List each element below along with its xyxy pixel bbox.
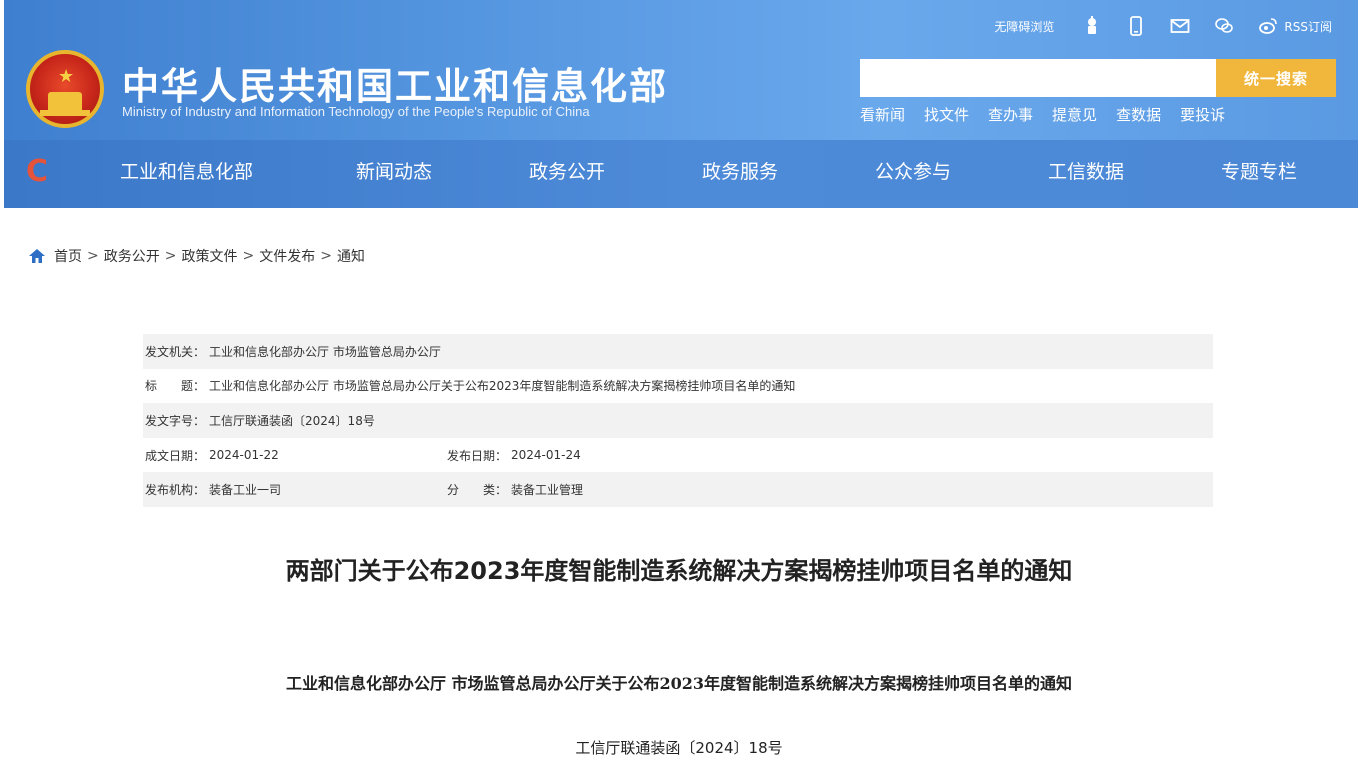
star-icon: ★ [58, 66, 75, 87]
site-title[interactable]: 中华人民共和国工业和信息化部 [122, 56, 668, 110]
quick-link-news[interactable]: 看新闻 [860, 104, 905, 125]
quick-link-files[interactable]: 找文件 [924, 104, 969, 125]
published-date-value: 2024-01-24 [511, 448, 581, 463]
national-emblem-logo[interactable]: ★ [26, 50, 104, 128]
home-icon[interactable] [28, 248, 46, 264]
main-nav: C 工业和信息化部 新闻动态 政务公开 政务服务 公众参与 工信数据 专题专栏 [4, 140, 1358, 208]
category-value: 装备工业管理 [511, 483, 584, 498]
unified-search-button[interactable]: 统一搜索 [1216, 59, 1336, 97]
nav-item-gov-affairs[interactable]: 政务公开 [529, 157, 605, 184]
quick-link-services[interactable]: 查办事 [988, 104, 1033, 125]
breadcrumb-policy-files[interactable]: 政策文件 [181, 246, 237, 266]
issuer-label: 发文机关： [145, 344, 206, 359]
written-date-label: 成文日期： [145, 448, 206, 463]
docno-label: 发文字号： [145, 413, 206, 428]
written-date-value: 2024-01-22 [209, 448, 279, 463]
breadcrumb-separator: > [320, 248, 332, 264]
top-links: 无障碍浏览 RSS订阅 [994, 12, 1332, 40]
title-value: 工业和信息化部办公厅 市场监管总局办公厅关于公布2023年度智能制造系统解决方案… [209, 379, 796, 394]
weibo-icon[interactable] [1258, 16, 1278, 36]
category-cell: 分 类： 装备工业管理 [447, 481, 583, 498]
emblem-base [40, 110, 90, 116]
breadcrumb-gov-affairs[interactable]: 政务公开 [104, 246, 160, 266]
meta-row-issuer: 发文机关： 工业和信息化部办公厅 市场监管总局办公厅 [143, 334, 1213, 369]
mail-icon[interactable] [1170, 16, 1190, 36]
written-date-cell: 成文日期： 2024-01-22 [145, 447, 447, 464]
c-logo-icon: C [26, 154, 49, 189]
published-date-label: 发布日期： [447, 448, 508, 463]
issuer-value: 工业和信息化部办公厅 市场监管总局办公厅 [209, 344, 441, 359]
nav-item-gov-services[interactable]: 政务服务 [702, 157, 778, 184]
document-meta-table: 发文机关： 工业和信息化部办公厅 市场监管总局办公厅 标 题： 工业和信息化部办… [143, 334, 1213, 507]
quick-links: 看新闻 找文件 查办事 提意见 查数据 要投诉 [860, 104, 1225, 125]
meta-row-org: 发布机构： 装备工业一司 分 类： 装备工业管理 [143, 472, 1213, 507]
docno-value: 工信厅联通装函〔2024〕18号 [209, 413, 375, 428]
title-label: 标 题： [145, 379, 206, 394]
rss-subscribe-link[interactable]: RSS订阅 [1284, 18, 1332, 35]
nav-item-topics[interactable]: 专题专栏 [1221, 157, 1297, 184]
article-title: 两部门关于公布2023年度智能制造系统解决方案揭榜挂帅项目名单的通知 [285, 557, 1073, 585]
nav-item-miit[interactable]: 工业和信息化部 [120, 157, 253, 184]
breadcrumb-notice[interactable]: 通知 [337, 246, 365, 266]
published-date-cell: 发布日期： 2024-01-24 [447, 447, 581, 464]
quick-link-feedback[interactable]: 提意见 [1052, 104, 1097, 125]
nav-item-news[interactable]: 新闻动态 [356, 157, 432, 184]
breadcrumb-separator: > [164, 248, 177, 264]
site-subtitle: Ministry of Industry and Information Tec… [122, 104, 590, 119]
category-label: 分 类： [447, 483, 508, 498]
breadcrumb-separator: > [87, 248, 99, 264]
mobile-icon[interactable] [1126, 16, 1146, 36]
breadcrumb: 首页 > 政务公开 > 政策文件 > 文件发布 > 通知 [28, 246, 365, 266]
quick-link-complaint[interactable]: 要投诉 [1180, 104, 1225, 125]
site-header: ★ 中华人民共和国工业和信息化部 Ministry of Industry an… [4, 0, 1358, 208]
breadcrumb-separator: > [242, 248, 255, 264]
breadcrumb-file-release[interactable]: 文件发布 [259, 246, 315, 266]
robot-icon[interactable] [1082, 16, 1102, 36]
meta-row-docno: 发文字号： 工信厅联通装函〔2024〕18号 [143, 403, 1213, 438]
org-label: 发布机构： [145, 483, 206, 498]
emblem-gate [48, 92, 82, 110]
nav-item-data[interactable]: 工信数据 [1048, 157, 1124, 184]
breadcrumb-home[interactable]: 首页 [54, 246, 82, 266]
article-subtitle: 工业和信息化部办公厅 市场监管总局办公厅关于公布2023年度智能制造系统解决方案… [285, 674, 1073, 693]
accessible-browse-link[interactable]: 无障碍浏览 [994, 18, 1054, 35]
nav-item-public[interactable]: 公众参与 [875, 157, 951, 184]
article-docno: 工信厅联通装函〔2024〕18号 [575, 739, 783, 757]
meta-row-title: 标 题： 工业和信息化部办公厅 市场监管总局办公厅关于公布2023年度智能制造系… [143, 368, 1213, 404]
quick-link-data[interactable]: 查数据 [1116, 104, 1161, 125]
org-cell: 发布机构： 装备工业一司 [145, 481, 447, 498]
wechat-icon[interactable] [1214, 16, 1234, 36]
org-value: 装备工业一司 [209, 483, 282, 498]
search-input[interactable] [860, 59, 1216, 97]
meta-row-dates: 成文日期： 2024-01-22 发布日期： 2024-01-24 [143, 437, 1213, 473]
